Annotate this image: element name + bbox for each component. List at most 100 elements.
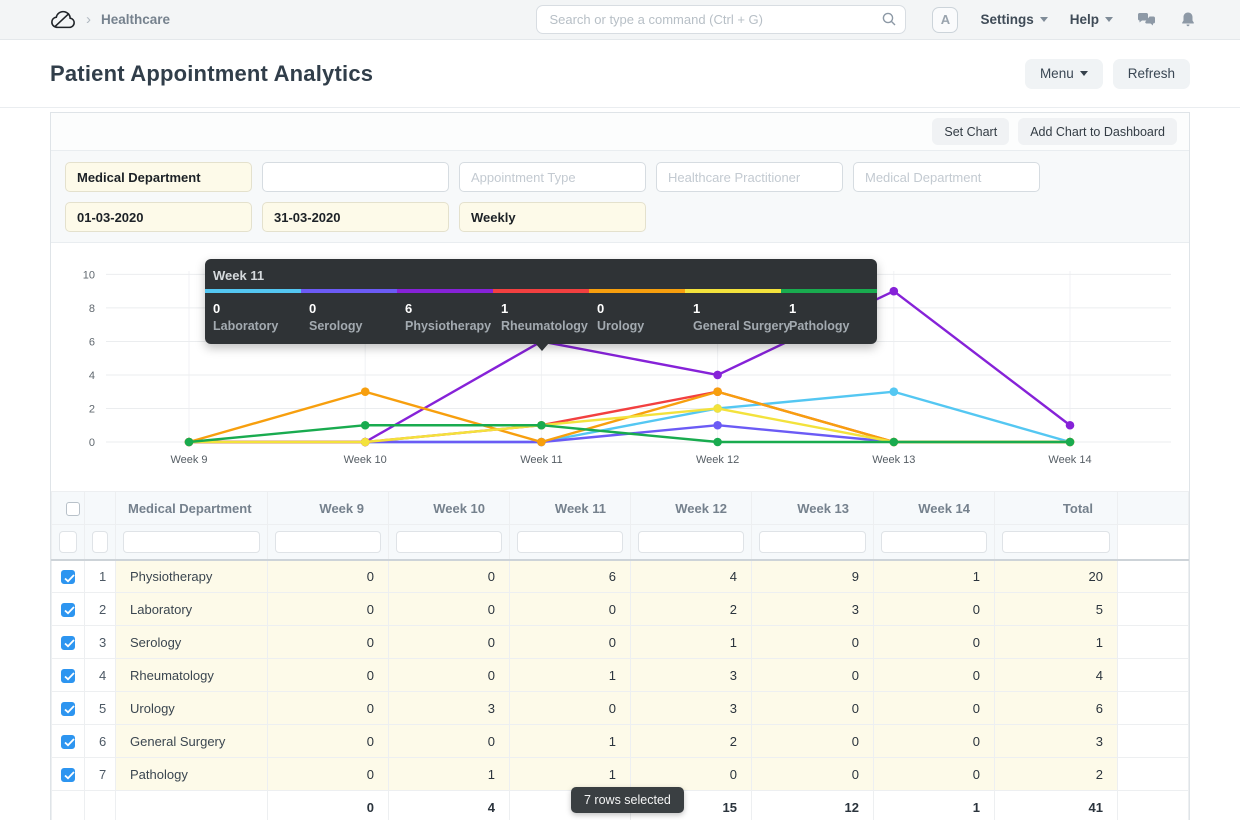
set-chart-button[interactable]: Set Chart bbox=[932, 118, 1009, 145]
data-point[interactable] bbox=[361, 421, 370, 430]
data-point[interactable] bbox=[537, 421, 546, 430]
data-point[interactable] bbox=[361, 438, 370, 447]
data-point[interactable] bbox=[890, 387, 899, 396]
total-week-value: 12 bbox=[752, 791, 874, 820]
filter-blank[interactable] bbox=[262, 162, 449, 192]
column-filter-input[interactable] bbox=[638, 531, 744, 553]
row-checkbox[interactable] bbox=[52, 758, 85, 791]
announcements-icon[interactable] bbox=[1137, 12, 1156, 28]
search-input[interactable] bbox=[536, 5, 906, 34]
cell-department: Urology bbox=[116, 692, 268, 725]
row-checkbox[interactable] bbox=[52, 626, 85, 659]
app-logo-icon[interactable] bbox=[50, 9, 76, 30]
tooltip-label: Laboratory bbox=[213, 319, 309, 333]
trailing-cell bbox=[1118, 725, 1189, 758]
column-filter-input[interactable] bbox=[1002, 531, 1110, 553]
row-checkbox[interactable] bbox=[52, 725, 85, 758]
add-chart-to-dashboard-button[interactable]: Add Chart to Dashboard bbox=[1018, 118, 1177, 145]
filter-appointment-type[interactable]: Appointment Type bbox=[459, 162, 646, 192]
data-point[interactable] bbox=[537, 438, 546, 447]
data-point[interactable] bbox=[713, 387, 722, 396]
cell-week-value: 0 bbox=[874, 692, 995, 725]
tooltip-item: 0Serology bbox=[309, 301, 405, 333]
data-point[interactable] bbox=[713, 421, 722, 430]
filter-frequency[interactable]: Weekly bbox=[459, 202, 646, 232]
row-checkbox[interactable] bbox=[52, 692, 85, 725]
data-point[interactable] bbox=[713, 438, 722, 447]
column-filter-input[interactable] bbox=[517, 531, 623, 553]
column-header[interactable]: Week 12 bbox=[631, 492, 752, 525]
data-point[interactable] bbox=[185, 438, 194, 447]
tooltip-color-stripe bbox=[205, 289, 877, 293]
cell-department: Laboratory bbox=[116, 593, 268, 626]
table-row[interactable]: 4Rheumatology0013004 bbox=[52, 659, 1189, 692]
cell-total: 6 bbox=[995, 692, 1118, 725]
column-filter-input[interactable] bbox=[396, 531, 502, 553]
select-all-checkbox[interactable] bbox=[52, 492, 85, 525]
filter-from-date[interactable]: 01-03-2020 bbox=[65, 202, 252, 232]
column-header[interactable]: Week 13 bbox=[752, 492, 874, 525]
table-row[interactable]: 7Pathology0110002 bbox=[52, 758, 1189, 791]
tooltip-value: 0 bbox=[597, 301, 693, 316]
row-checkbox[interactable] bbox=[52, 560, 85, 593]
cell-week-value: 0 bbox=[874, 725, 995, 758]
column-header[interactable]: Week 14 bbox=[874, 492, 995, 525]
cell-week-value: 1 bbox=[510, 659, 631, 692]
row-checkbox[interactable] bbox=[52, 593, 85, 626]
chart-toolbar: Set Chart Add Chart to Dashboard bbox=[51, 113, 1189, 151]
row-checkbox[interactable] bbox=[52, 659, 85, 692]
data-point[interactable] bbox=[1066, 421, 1075, 430]
total-week-value: 0 bbox=[268, 791, 389, 820]
column-filter-input[interactable] bbox=[275, 531, 381, 553]
cell-department: Rheumatology bbox=[116, 659, 268, 692]
filter-medical-department[interactable]: Medical Department bbox=[853, 162, 1040, 192]
filter-medical-department-group[interactable]: Medical Department bbox=[65, 162, 252, 192]
table-row[interactable]: 5Urology0303006 bbox=[52, 692, 1189, 725]
column-header[interactable]: Week 11 bbox=[510, 492, 631, 525]
x-axis-tick-label: Week 13 bbox=[872, 454, 915, 466]
cell-week-value: 4 bbox=[631, 560, 752, 593]
tooltip-item: 1Pathology bbox=[789, 301, 885, 333]
cell-week-value: 0 bbox=[752, 692, 874, 725]
column-filter-input[interactable] bbox=[759, 531, 866, 553]
column-filter-input[interactable] bbox=[59, 531, 77, 553]
table-row[interactable]: 2Laboratory0002305 bbox=[52, 593, 1189, 626]
data-point[interactable] bbox=[1066, 438, 1075, 447]
cell-week-value: 1 bbox=[510, 758, 631, 791]
filter-healthcare-practitioner[interactable]: Healthcare Practitioner bbox=[656, 162, 843, 192]
tooltip-item: 6Physiotherapy bbox=[405, 301, 501, 333]
filter-to-date[interactable]: 31-03-2020 bbox=[262, 202, 449, 232]
series-line-pathology bbox=[189, 425, 1070, 442]
column-header[interactable]: Medical Department bbox=[116, 492, 268, 525]
table-row[interactable]: 1Physiotherapy00649120 bbox=[52, 560, 1189, 593]
column-header[interactable]: Week 9 bbox=[268, 492, 389, 525]
tooltip-label: General Surgery bbox=[693, 319, 789, 333]
cell-week-value: 0 bbox=[874, 758, 995, 791]
help-menu[interactable]: Help bbox=[1070, 12, 1113, 27]
total-week-value: 4 bbox=[389, 791, 510, 820]
data-point[interactable] bbox=[890, 287, 899, 296]
notifications-bell-icon[interactable] bbox=[1180, 11, 1196, 28]
navbar: › Healthcare A Settings Help bbox=[0, 0, 1240, 40]
table-row[interactable]: 3Serology0001001 bbox=[52, 626, 1189, 659]
column-header[interactable]: Week 10 bbox=[389, 492, 510, 525]
avatar[interactable]: A bbox=[932, 7, 958, 33]
menu-button[interactable]: Menu bbox=[1025, 59, 1103, 89]
column-filter-input[interactable] bbox=[92, 531, 108, 553]
column-header[interactable]: Total bbox=[995, 492, 1118, 525]
breadcrumb[interactable]: Healthcare bbox=[101, 12, 170, 27]
data-point[interactable] bbox=[713, 371, 722, 380]
data-point[interactable] bbox=[713, 404, 722, 413]
column-filter-input[interactable] bbox=[881, 531, 987, 553]
data-point[interactable] bbox=[890, 438, 899, 447]
column-filter-input[interactable] bbox=[123, 531, 260, 553]
table-row[interactable]: 6General Surgery0012003 bbox=[52, 725, 1189, 758]
cell-week-value: 2 bbox=[631, 593, 752, 626]
row-number: 3 bbox=[85, 626, 116, 659]
trailing-cell bbox=[1118, 692, 1189, 725]
tooltip-label: Serology bbox=[309, 319, 405, 333]
settings-menu[interactable]: Settings bbox=[980, 12, 1047, 27]
cell-week-value: 0 bbox=[268, 593, 389, 626]
data-point[interactable] bbox=[361, 387, 370, 396]
refresh-button[interactable]: Refresh bbox=[1113, 59, 1190, 89]
